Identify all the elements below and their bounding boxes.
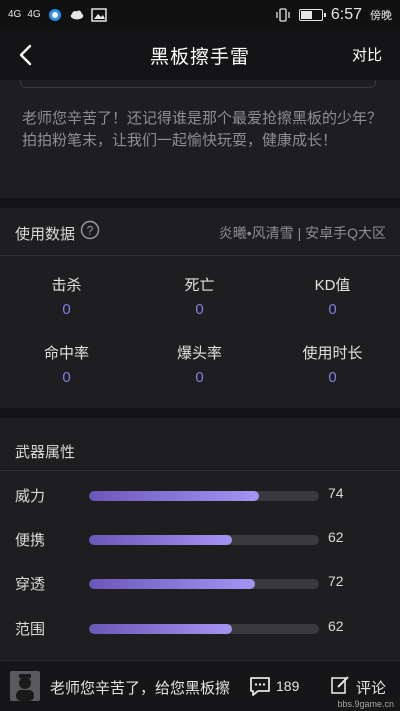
stat-usage-time: 使用时长 0 [266,342,399,386]
stat-kd: KD值 0 [266,274,399,318]
battery-icon [298,9,326,21]
attr-bar-track [89,535,319,545]
battery-level [300,11,313,19]
page-title: 黑板擦手雷 [149,46,250,68]
stat-value: 0 [328,369,337,386]
weapon-attributes-title: 武器属性 [15,444,76,461]
watermark-url: bbs.9game.cn [337,699,394,709]
comment-bubble-icon[interactable] [249,675,271,697]
clock-time: 6:57 [330,6,362,23]
attr-bar-track [89,579,319,589]
comment-count: 189 [276,678,300,694]
stat-headshot-rate: 爆头率 0 [133,342,266,386]
usage-header-divider [0,255,400,256]
svg-text:?: ? [87,224,94,238]
compare-button[interactable]: 对比 [352,44,382,65]
stat-label: 击杀 [51,277,82,294]
signal-4g-1: 4G [8,9,22,20]
attr-bar-track [89,624,319,634]
attr-row-range: 范围 62 [0,618,400,638]
attr-bar-fill [89,491,260,501]
attr-label: 便携 [15,532,46,549]
section-divider [0,408,400,418]
stat-hit-rate: 命中率 0 [0,342,133,386]
account-server-label[interactable]: 炎曦•风清雪 | 安卓手Q大区 [219,223,386,243]
attr-label: 穿透 [15,576,46,593]
section-divider [0,198,400,208]
avatar-silhouette-icon [10,671,40,701]
stat-value: 0 [195,301,204,318]
attr-row-portability: 便携 62 [0,529,400,549]
stat-value: 0 [328,301,337,318]
attr-value: 62 [328,529,344,545]
stat-kills: 击杀 0 [0,274,133,318]
attr-value: 74 [328,485,344,501]
stat-label: 爆头率 [176,345,222,362]
nav-bar: 黑板擦手雷 对比 [0,30,400,80]
attr-bar-fill [89,624,232,634]
status-bar: 4G 4G 6:57 傍晚 [0,0,400,30]
attributes-header-divider [0,470,400,471]
clock-period: 傍晚 [370,10,392,22]
comment-button[interactable]: 评论 [356,677,386,698]
status-left: 4G 4G [8,8,107,22]
stat-value: 0 [62,301,71,318]
attr-bar-fill [89,535,232,545]
stat-label: 命中率 [43,345,89,362]
qq-browser-icon [48,9,61,21]
help-question-icon[interactable]: ? [80,220,100,240]
stat-value: 0 [62,369,71,386]
attr-row-penetration: 穿透 72 [0,573,400,593]
weather-cloud-icon [70,10,83,20]
attr-value: 62 [328,618,344,634]
vibrate-icon [276,8,290,22]
attr-value: 72 [328,573,344,589]
avatar[interactable] [10,671,40,701]
stat-deaths: 死亡 0 [133,274,266,318]
weapon-description: 老师您辛苦了！还记得谁是那个最爱抢擦黑板的少年？拍拍粉笔末，让我们一起愉快玩耍，… [22,110,383,149]
bottom-comment-bar: 老师您辛苦了，给您黑板擦 189 评论 bbs.9game.cn [0,660,400,711]
weapon-image-card [20,80,376,88]
signal-4g-2: 4G [27,9,41,20]
attr-bar-fill [89,579,255,589]
back-arrow-icon[interactable] [14,40,42,70]
edit-pencil-icon[interactable] [330,675,350,695]
status-right: 6:57 傍晚 [275,6,392,24]
attr-bar-track [89,491,319,501]
attr-row-power: 威力 74 [0,485,400,505]
usage-section-title: 使用数据 [15,226,76,243]
comment-input[interactable]: 老师您辛苦了，给您黑板擦 [50,677,230,698]
stat-label: KD值 [314,277,351,294]
stat-value: 0 [195,369,204,386]
stat-label: 死亡 [184,277,215,294]
image-notification-icon [90,8,107,22]
attr-label: 范围 [15,621,46,638]
stat-label: 使用时长 [302,345,363,362]
attr-label: 威力 [15,488,46,505]
